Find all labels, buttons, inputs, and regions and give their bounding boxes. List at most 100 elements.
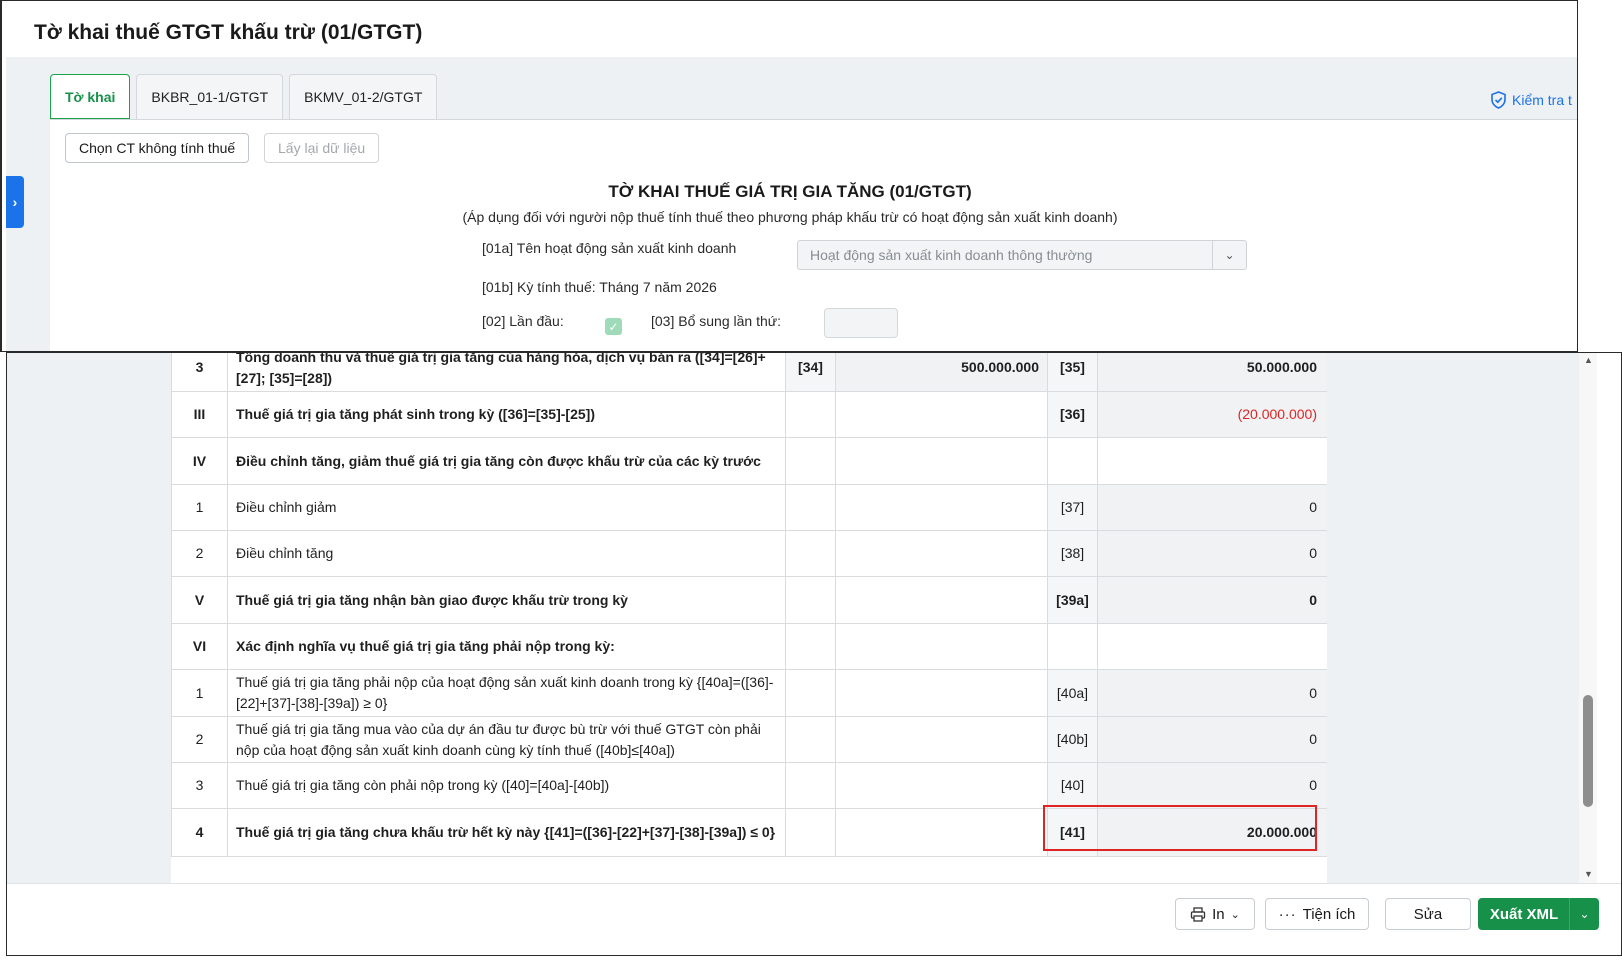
check-link-label: Kiểm tra t [1512, 92, 1572, 108]
cell-code-2: [36] [1047, 391, 1098, 438]
chevron-down-icon: ⌄ [1579, 907, 1590, 921]
utilities-button[interactable]: ··· Tiện ích [1265, 898, 1369, 930]
cell-stt-text: 4 [195, 824, 204, 840]
cell-code-2: [40b] [1047, 716, 1098, 763]
cell-stt: 4 [171, 808, 228, 857]
supplement-label: [03] Bổ sung lần thứ: [651, 313, 782, 329]
table-row: 3 Thuế giá trị gia tăng còn phải nộp tron… [171, 762, 1327, 809]
declaration-window-top: Tờ khai thuế GTGT khấu trừ (01/GTGT) › T… [0, 0, 1578, 352]
table-row: III Thuế giá trị gia tăng phát sinh trong… [171, 391, 1327, 438]
cell-value-2[interactable]: 0 [1097, 576, 1327, 624]
scrollbar-thumb[interactable] [1583, 695, 1593, 807]
edit-button[interactable]: Sửa [1385, 898, 1471, 930]
cell-value-2 [1097, 437, 1327, 485]
form-title: TỜ KHAI THUẾ GIÁ TRỊ GIA TĂNG (01/GTGT) [608, 182, 972, 201]
cell-code-2-text: [39a] [1056, 591, 1089, 608]
cell-value-2[interactable]: 0 [1097, 669, 1327, 717]
cell-description: Điều chỉnh tăng, giảm thuế giá trị gia t… [227, 437, 786, 485]
cell-stt-text: 1 [195, 684, 204, 701]
cell-value-1[interactable]: 500.000.000 [835, 353, 1048, 392]
cell-value-2[interactable]: 0 [1097, 716, 1327, 763]
check-link[interactable]: Kiểm tra t [1490, 91, 1572, 109]
supplement-input[interactable] [824, 308, 898, 338]
cell-description-text: Tổng doanh thu và thuế giá trị gia tăng … [236, 352, 766, 386]
choose-no-tax-button[interactable]: Chọn CT không tính thuế [65, 133, 250, 163]
cell-stt-text: VI [192, 638, 207, 654]
button-label: Xuất XML [1489, 905, 1559, 923]
activity-select[interactable]: Hoạt động sản xuất kinh doanh thông thườ… [797, 240, 1247, 270]
cell-stt-text: 3 [195, 777, 204, 793]
chevron-right-icon: › [12, 194, 18, 210]
declaration-window-bottom: 3 Tổng doanh thu và thuế giá trị gia tăng… [6, 352, 1622, 956]
cell-value-2[interactable]: 0 [1097, 762, 1327, 809]
form-panel: Chọn CT không tính thuế Lấy lại dữ liệu … [50, 119, 1577, 351]
tab-bkbr[interactable]: BKBR_01-1/GTGT [136, 74, 284, 119]
cell-value-2[interactable]: 0 [1097, 530, 1327, 577]
cell-code-2-text: [36] [1060, 406, 1085, 422]
cell-stt: VI [171, 623, 228, 670]
cell-value-1 [835, 762, 1048, 809]
cell-stt: 1 [171, 484, 228, 531]
cell-stt-text: IV [192, 452, 207, 469]
export-options-button[interactable]: ⌄ [1569, 898, 1599, 930]
tab-label: BKBR_01-1/GTGT [151, 89, 269, 105]
button-label: Lấy lại dữ liệu [278, 140, 366, 156]
cell-code-1 [785, 391, 836, 438]
cell-value-2[interactable]: (20.000.000) [1097, 391, 1327, 438]
cell-value-1 [835, 669, 1048, 717]
cell-code-1 [785, 716, 836, 763]
button-label: Sửa [1413, 905, 1443, 923]
cell-code-2-text: [41] [1060, 824, 1085, 840]
cell-code-1 [785, 576, 836, 624]
table-row: 4 Thuế giá trị gia tăng chưa khấu trừ hết… [171, 808, 1327, 857]
cell-description-text: Điều chỉnh giảm [236, 499, 337, 515]
cell-stt: 1 [171, 669, 228, 717]
activity-label: [01a] Tên hoạt động sản xuất kinh doanh [482, 240, 737, 256]
button-label: Tiện ích [1302, 905, 1356, 923]
cell-stt-text: V [194, 591, 205, 608]
print-button[interactable]: In ⌄ [1175, 898, 1255, 930]
sidebar-toggle-button[interactable]: › [6, 176, 24, 228]
cell-description: Điều chỉnh giảm [227, 484, 786, 531]
table-row: V Thuế giá trị gia tăng nhận bàn giao đượ… [171, 576, 1327, 624]
cell-description: Thuế giá trị gia tăng mua vào của dự án … [227, 716, 786, 763]
tab-to-khai[interactable]: Tờ khai [50, 74, 131, 119]
cell-value-1 [835, 576, 1048, 624]
cell-description: Tổng doanh thu và thuế giá trị gia tăng … [227, 352, 786, 392]
cell-description-text: Điều chỉnh tăng, giảm thuế giá trị gia t… [236, 452, 761, 469]
chevron-down-icon: ⌄ [1212, 241, 1246, 269]
cell-value-2-text: 0 [1309, 684, 1317, 701]
table-row: VI Xác định nghĩa vụ thuế giá trị gia tăn… [171, 623, 1327, 670]
arrow-up-icon[interactable]: ▲ [1584, 355, 1593, 365]
button-label: Chọn CT không tính thuế [79, 140, 236, 156]
cell-value-2[interactable]: 50.000.000 [1097, 353, 1327, 392]
cell-description-text: Thuế giá trị gia tăng mua vào của dự án … [236, 720, 761, 758]
cell-code-1-text: [34] [798, 359, 823, 375]
cell-value-2-text: 0 [1309, 545, 1317, 561]
cell-code-2: [37] [1047, 484, 1098, 531]
export-xml-button[interactable]: Xuất XML [1478, 898, 1570, 930]
cell-description-text: Thuế giá trị gia tăng nhận bàn giao được… [236, 591, 628, 608]
reload-data-button[interactable]: Lấy lại dữ liệu [264, 133, 380, 163]
cell-description: Thuế giá trị gia tăng chưa khấu trừ hết … [227, 808, 786, 857]
cell-description-text: Thuế giá trị gia tăng phải nộp của hoạt … [236, 674, 774, 711]
cell-stt-text: 1 [195, 499, 204, 515]
cell-code-2: [40] [1047, 762, 1098, 809]
cell-description: Thuế giá trị gia tăng nhận bàn giao được… [227, 576, 786, 624]
tab-bkmv[interactable]: BKMV_01-2/GTGT [289, 74, 438, 119]
cell-value-2-text: 0 [1309, 731, 1317, 747]
cell-stt-text: 2 [195, 545, 204, 561]
cell-value-1 [835, 437, 1048, 485]
table-row: 1 Điều chỉnh giảm [37] 0 [171, 484, 1327, 531]
cell-code-1 [785, 808, 836, 857]
cell-stt: 2 [171, 716, 228, 763]
first-time-checkbox[interactable]: ✓ [605, 318, 622, 335]
cell-code-2-text: [40] [1060, 777, 1085, 793]
scrollbar[interactable]: ▲ ▼ [1579, 353, 1597, 883]
cell-code-2-text: [35] [1060, 359, 1085, 375]
cell-value-2[interactable]: 20.000.000 [1097, 808, 1327, 857]
cell-code-1: [34] [785, 353, 836, 392]
cell-code-2: [39a] [1047, 576, 1098, 624]
cell-value-2[interactable]: 0 [1097, 484, 1327, 531]
arrow-down-icon[interactable]: ▼ [1584, 869, 1593, 879]
